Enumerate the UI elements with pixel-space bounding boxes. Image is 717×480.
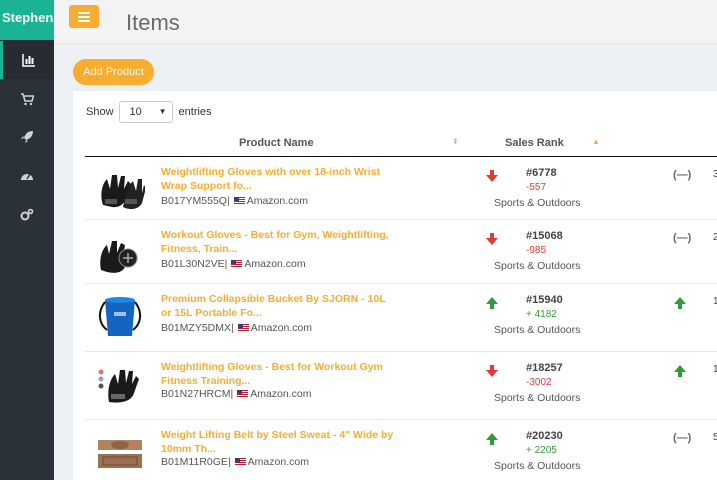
no-change-indicator: (—) xyxy=(673,432,692,444)
rank-change: -3002 xyxy=(526,377,552,388)
trend-down-icon xyxy=(486,170,498,182)
shopping-cart-icon xyxy=(21,93,34,106)
asin-text: B01N27HRCM xyxy=(161,388,231,400)
product-name-link[interactable]: Weightlifting Gloves with over 18-inch W… xyxy=(161,165,396,193)
sidebar-item-dashboard[interactable] xyxy=(0,157,54,195)
entries-label: entries xyxy=(178,106,212,118)
product-name-link[interactable]: Workout Gloves - Best for Gym, Weightlif… xyxy=(161,228,396,256)
product-image-belt xyxy=(98,440,142,468)
asin-text: B01MZY5DMX xyxy=(161,322,232,334)
product-asin: B01N27HRCM | Amazon.com xyxy=(161,388,312,400)
product-name-link[interactable]: Weight Lifting Belt by Steel Sweat - 4" … xyxy=(161,428,396,456)
no-change-indicator: (—) xyxy=(673,169,692,181)
column-product-name[interactable]: Product Name xyxy=(239,137,314,149)
table-row[interactable]: Premium Collapsible Bucket By SJORN - 10… xyxy=(85,284,717,352)
category: Sports & Outdoors xyxy=(494,460,581,472)
entries-control: Show 10 ▼ entries xyxy=(86,101,212,123)
sales-rank: #15940 xyxy=(526,294,563,306)
store-name: Amazon.com xyxy=(250,322,313,334)
us-flag-icon xyxy=(237,390,249,398)
products-table-card: Show 10 ▼ entries Product Name ⬍ Sales R… xyxy=(73,91,717,480)
asin-text: B01M11R0GE xyxy=(161,456,228,468)
trend-down-icon xyxy=(486,233,498,245)
cogs-icon xyxy=(20,208,34,221)
product-image-gloves xyxy=(101,175,145,210)
bar-chart-icon xyxy=(21,54,35,67)
asin-text: B017YM555Q xyxy=(161,195,227,207)
store-name: Amazon.com xyxy=(250,388,312,400)
trend-up-icon xyxy=(674,297,686,309)
product-asin: B01M11R0GE | Amazon.com xyxy=(161,456,309,468)
sidebar-item-cart[interactable] xyxy=(0,80,54,118)
product-asin: B01MZY5DMX | Amazon.com xyxy=(161,322,313,334)
trend-up-icon xyxy=(486,297,498,309)
store-name: Amazon.com xyxy=(247,456,309,468)
us-flag-icon xyxy=(233,197,245,205)
table-row[interactable]: Weightlifting Gloves - Best for Workout … xyxy=(85,352,717,420)
brand-name[interactable]: Stephen xyxy=(0,0,54,40)
show-label: Show xyxy=(86,106,114,118)
us-flag-icon xyxy=(231,260,243,268)
category: Sports & Outdoors xyxy=(494,392,581,404)
category: Sports & Outdoors xyxy=(494,324,581,336)
product-image-gloves xyxy=(100,241,138,273)
product-image-bucket xyxy=(99,297,141,336)
truncated-value: 1 xyxy=(713,364,717,375)
hamburger-icon xyxy=(78,11,90,22)
trend-down-icon xyxy=(486,365,498,377)
table-row[interactable]: Workout Gloves - Best for Gym, Weightlif… xyxy=(85,220,717,284)
sidebar-item-analytics[interactable] xyxy=(0,41,54,79)
dashboard-icon xyxy=(21,173,33,180)
add-product-button[interactable]: Add Product xyxy=(73,59,154,85)
top-bar: Items xyxy=(54,0,717,44)
rank-change: -985 xyxy=(526,245,547,256)
column-sales-rank[interactable]: Sales Rank xyxy=(505,137,564,149)
us-flag-icon xyxy=(237,324,249,332)
menu-toggle-button[interactable] xyxy=(69,5,99,28)
us-flag-icon xyxy=(234,458,246,466)
product-name-link[interactable]: Premium Collapsible Bucket By SJORN - 10… xyxy=(161,292,396,320)
sales-rank: #18257 xyxy=(526,362,563,374)
truncated-value: 1 xyxy=(713,296,717,307)
sales-rank: #20230 xyxy=(526,430,563,442)
trend-up-icon xyxy=(486,433,498,445)
truncated-value: 2 xyxy=(713,232,717,243)
caret-down-icon: ▼ xyxy=(158,107,167,116)
category: Sports & Outdoors xyxy=(494,197,581,209)
store-name: Amazon.com xyxy=(244,258,306,270)
rank-change: + 2205 xyxy=(526,445,557,456)
rank-change: -557 xyxy=(526,182,547,193)
sales-rank: #15068 xyxy=(526,230,563,242)
page-title: Items xyxy=(126,10,180,35)
product-asin: B017YM555Q | Amazon.com xyxy=(161,195,308,207)
entries-value: 10 xyxy=(129,106,142,118)
product-name-link[interactable]: Weightlifting Gloves - Best for Workout … xyxy=(161,360,396,388)
sidebar-item-settings[interactable] xyxy=(0,196,54,234)
product-asin: B01L30N2VE | Amazon.com xyxy=(161,258,306,270)
truncated-value: 3 xyxy=(713,169,717,180)
no-change-indicator: (—) xyxy=(673,232,692,244)
rank-change: + 4182 xyxy=(526,309,557,320)
truncated-value: 5 xyxy=(713,432,717,443)
sort-icon[interactable]: ⬍ xyxy=(452,137,459,146)
table-row[interactable]: Weightlifting Gloves with over 18-inch W… xyxy=(85,157,717,220)
sales-rank: #6778 xyxy=(526,167,557,179)
category: Sports & Outdoors xyxy=(494,260,581,272)
table-row[interactable]: Weight Lifting Belt by Steel Sweat - 4" … xyxy=(85,420,717,480)
store-name: Amazon.com xyxy=(246,195,308,207)
trend-up-icon xyxy=(674,365,686,377)
table-header: Product Name ⬍ Sales Rank ▲ xyxy=(85,127,717,157)
rocket-icon xyxy=(21,131,33,143)
asin-text: B01L30N2VE xyxy=(161,258,225,270)
sidebar-item-launch[interactable] xyxy=(0,118,54,156)
sort-asc-icon[interactable]: ▲ xyxy=(592,137,600,146)
sidebar: Stephen xyxy=(0,0,54,480)
product-image-gloves xyxy=(98,369,139,403)
entries-select[interactable]: 10 ▼ xyxy=(118,101,173,123)
